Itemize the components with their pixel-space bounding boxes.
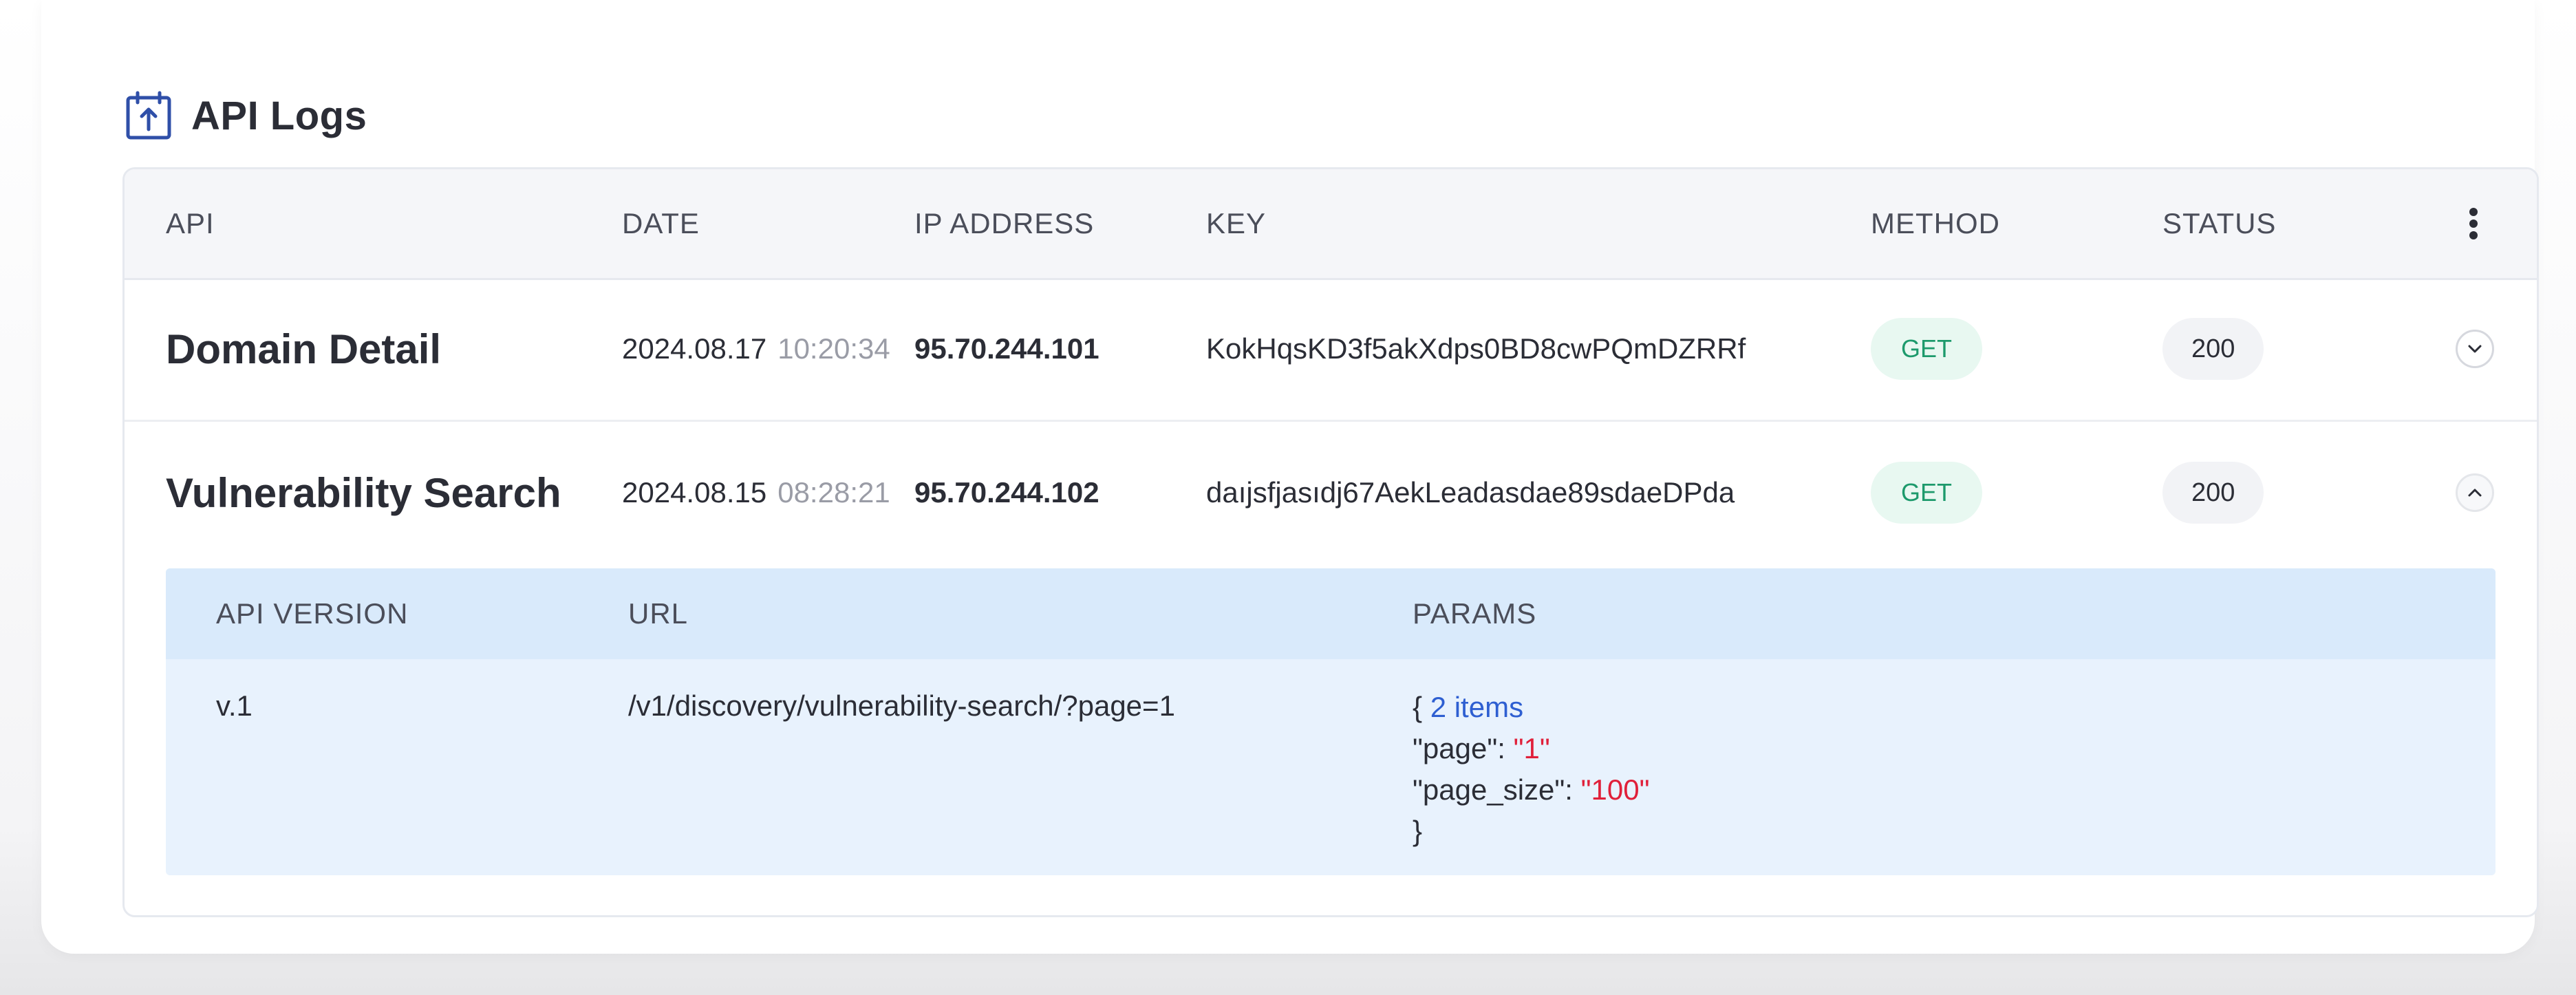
api-name: Vulnerability Search	[166, 469, 561, 516]
log-date: 2024.08.17	[622, 332, 767, 365]
column-header-api: API	[166, 207, 215, 239]
page-title: API Logs	[191, 93, 367, 138]
chevron-up-icon	[2468, 489, 2482, 497]
status-badge: 200	[2162, 462, 2264, 524]
status-badge: 200	[2162, 318, 2264, 380]
table-header: API DATE IP ADDRESS KEY METHOD STATUS	[125, 169, 2537, 280]
ip-address: 95.70.244.102	[914, 476, 1099, 509]
param-key: "page_size":	[1413, 773, 1581, 806]
table-row[interactable]: Domain Detail 2024.08.17 10:20:34 95.70.…	[125, 278, 2537, 422]
api-version-value: v.1	[216, 689, 253, 722]
column-header-method: METHOD	[1871, 207, 2000, 239]
detail-header-url: URL	[628, 597, 689, 630]
method-badge: GET	[1871, 318, 1983, 380]
param-line: "page_size": "100"	[1413, 769, 1650, 811]
column-header-date: DATE	[622, 207, 700, 239]
row-detail-panel: API VERSION URL PARAMS v.1 /v1/discovery…	[166, 568, 2496, 875]
log-date: 2024.08.15	[622, 476, 767, 509]
detail-header: API VERSION URL PARAMS	[166, 568, 2496, 659]
detail-header-params: PARAMS	[1413, 597, 1537, 630]
api-key: KokHqsKD3f5akXdps0BD8cwPQmDZRRf	[1206, 332, 1746, 365]
column-header-key: KEY	[1206, 207, 1267, 239]
ip-address: 95.70.244.101	[914, 332, 1099, 365]
collapse-row-button[interactable]	[2456, 473, 2494, 512]
page-background: API Logs API DATE IP ADDRESS KEY METHOD …	[0, 0, 2576, 995]
log-time: 08:28:21	[777, 476, 890, 509]
column-header-status: STATUS	[2162, 207, 2277, 239]
log-time: 10:20:34	[777, 332, 890, 365]
more-options-icon[interactable]	[2460, 208, 2487, 239]
table-row[interactable]: Vulnerability Search 2024.08.15 08:28:21…	[125, 422, 2537, 564]
calendar-upload-icon	[125, 91, 172, 140]
section-header: API Logs	[125, 88, 367, 143]
params-close-brace: }	[1413, 815, 1423, 847]
api-logs-table: API DATE IP ADDRESS KEY METHOD STATUS Do…	[122, 167, 2539, 917]
params-open-line: { 2 items	[1413, 687, 1650, 728]
params-open-brace: {	[1413, 691, 1423, 723]
param-key: "page":	[1413, 732, 1514, 764]
detail-header-api-version: API VERSION	[216, 597, 409, 630]
param-value: "1"	[1513, 732, 1550, 764]
column-header-ip-address: IP ADDRESS	[914, 207, 1095, 239]
request-url: /v1/discovery/vulnerability-search/?page…	[628, 689, 1175, 722]
api-logs-card: API Logs API DATE IP ADDRESS KEY METHOD …	[41, 0, 2539, 954]
api-name: Domain Detail	[166, 325, 442, 372]
params-count-toggle[interactable]: 2 items	[1430, 691, 1523, 723]
chevron-down-icon	[2468, 345, 2482, 353]
param-value: "100"	[1580, 773, 1650, 806]
params-json: { 2 items "page": "1" "page_size": "100"…	[1413, 687, 1650, 852]
method-badge: GET	[1871, 462, 1983, 524]
param-line: "page": "1"	[1413, 728, 1650, 769]
api-key: daıjsfjasıdj67AekLeadasdae89sdaeDPda	[1206, 476, 1735, 509]
expand-row-button[interactable]	[2456, 330, 2494, 368]
